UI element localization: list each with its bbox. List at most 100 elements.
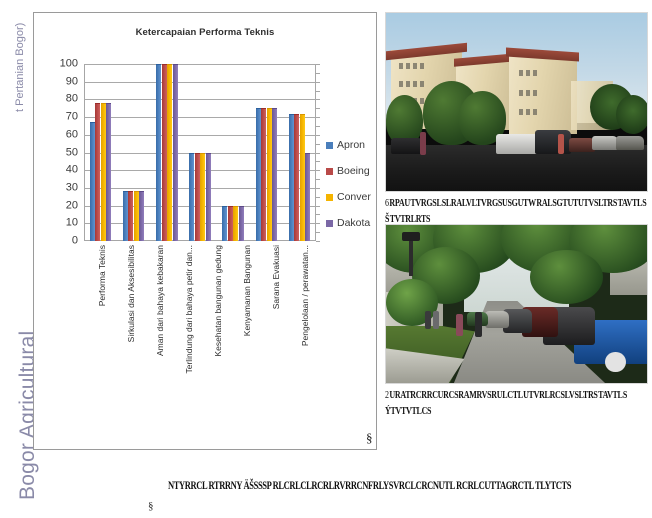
y-axis-tick-labels: 100 90 80 70 60 50 40 30 20 10 0	[42, 58, 80, 246]
bar-conver	[233, 205, 239, 241]
legend-swatch-icon	[326, 167, 333, 175]
y-axis-tick-mark	[316, 187, 320, 189]
figure-caption-text-2: URATRCRRCURCSRAMRVSRULCTL UTVRLRCSLVSLTR…	[389, 388, 627, 401]
figure-caption-1: 6 RPAU TVRGSL SLRALVLTVRGSUSGUTW RALSGTU…	[385, 195, 648, 226]
y-axis-tick: 20	[65, 199, 78, 212]
x-axis-label: Sirkulasi dan Aksesibilitas	[126, 245, 136, 343]
legend-swatch-icon	[326, 141, 333, 149]
palm-tree	[615, 94, 647, 135]
y-axis-tick-mark	[316, 170, 320, 172]
pedestrian	[425, 310, 431, 330]
bar-group	[283, 64, 316, 241]
bar-chart-plot-area	[84, 64, 320, 242]
bar-conver	[299, 113, 305, 241]
legend-item-apron[interactable]: Apron	[326, 139, 378, 151]
bar-group	[183, 64, 216, 241]
photo-tree-lined-street-parking	[385, 224, 648, 385]
bar-apron	[255, 108, 261, 241]
y-axis-tick: 80	[65, 92, 78, 105]
bar-boeing	[95, 102, 101, 241]
figure-caption-2: 2 URATRCRRCURCSRAMRVSRULCTL UTVRLRCSLVSL…	[385, 387, 648, 418]
bar-dakota	[238, 205, 244, 241]
person	[419, 132, 427, 156]
chart-legend: Apron Boeing Conver Dakota	[326, 139, 378, 243]
bar-dakota	[272, 108, 278, 241]
street-lamp-head	[401, 231, 420, 241]
x-axis-label: Aman dari bahaya kebakaran	[155, 245, 165, 357]
y-axis-tick: 10	[65, 216, 78, 229]
legend-swatch-icon	[326, 193, 333, 201]
bar-group	[117, 64, 150, 241]
figure-caption-text-1: RPAU TVRGSL SLRALVLTVRGSUSGUTW RALSGTUTU…	[389, 196, 647, 209]
bar-conver	[266, 108, 272, 241]
car	[391, 137, 423, 154]
figure-caption-text-1b: Š TVTRLRTS	[385, 212, 431, 225]
y-axis-tick-mark	[316, 64, 320, 65]
y-axis-minor-tick-mark	[316, 125, 320, 127]
car	[534, 130, 572, 154]
bar-boeing	[128, 191, 134, 241]
window-row	[519, 109, 538, 116]
bar-apron	[288, 113, 294, 241]
figure-column: 6 RPAU TVRGSL SLRALVLTVRGSUSGUTW RALSGTU…	[385, 12, 648, 450]
legend-label: Dakota	[337, 217, 371, 229]
y-axis-minor-tick-mark	[316, 90, 320, 92]
car	[495, 134, 540, 154]
wheel	[605, 351, 627, 373]
legend-item-conver[interactable]: Conver	[326, 191, 378, 203]
bar-boeing	[294, 113, 300, 241]
y-axis-minor-tick-mark	[316, 232, 320, 234]
bar-conver	[200, 152, 206, 241]
window-row	[399, 62, 425, 69]
y-axis-tick: 40	[65, 163, 78, 176]
y-axis-tick-mark	[316, 152, 320, 154]
y-axis-tick-mark	[316, 134, 320, 136]
bar-dakota	[205, 152, 211, 241]
x-axis-label: Pengelolaan / perawatan...	[300, 245, 310, 347]
car	[615, 135, 645, 151]
y-axis-minor-tick-mark	[316, 214, 320, 216]
car	[485, 310, 509, 328]
bar-group	[84, 64, 117, 241]
x-axis-label: Performa Teknis	[97, 245, 107, 307]
legend-item-dakota[interactable]: Dakota	[326, 217, 378, 229]
figure-apartment-blocks-parking: 6 RPAU TVRGSL SLRALVLTVRGSUSGUTW RALSGTU…	[385, 12, 648, 224]
bar-boeing	[194, 152, 200, 241]
pedestrian	[474, 312, 482, 338]
legend-label: Apron	[337, 139, 366, 151]
y-axis-tick-mark	[316, 223, 320, 225]
y-axis-minor-tick-mark	[316, 108, 320, 110]
car	[568, 137, 595, 152]
window-row	[519, 89, 538, 96]
bottom-mark: §	[148, 500, 154, 512]
bar-dakota	[305, 152, 311, 241]
car	[592, 135, 619, 151]
watermark-institution-top: t Pertanian Bogor)	[14, 22, 26, 112]
bar-dakota	[172, 64, 178, 241]
tree-canopy	[529, 250, 603, 305]
legend-item-boeing[interactable]: Boeing	[326, 165, 378, 177]
y-axis-tick-mark	[316, 99, 320, 101]
bar-group	[150, 64, 183, 241]
bar-apron	[89, 122, 95, 241]
bar-boeing	[161, 64, 167, 241]
figure-caption-text-2b: ÝTVTVTLCS	[385, 404, 432, 417]
x-axis-label: Sarana Evakuasi	[271, 245, 281, 310]
y-axis-tick: 70	[65, 110, 78, 123]
bar-dakota	[139, 191, 145, 241]
bar-boeing	[261, 108, 267, 241]
y-axis-tick: 50	[65, 146, 78, 158]
y-axis-tick-mark	[316, 205, 320, 207]
y-axis-minor-tick-mark	[316, 143, 320, 145]
bar-boeing	[227, 205, 233, 241]
legend-swatch-icon	[326, 219, 333, 227]
y-axis-tick: 0	[71, 234, 78, 247]
bottom-figure-caption: NTYRRCL RTRRNY ÄŠSSSP RLCRLCLRCRLRVRRCNF…	[168, 478, 572, 492]
y-axis-minor-tick-mark	[316, 179, 320, 181]
person	[558, 134, 564, 154]
y-axis-tick-mark	[316, 81, 320, 83]
y-axis-tick-mark	[316, 117, 320, 119]
bar-apron	[222, 205, 228, 241]
pedestrian	[456, 313, 463, 336]
bar-conver	[100, 102, 106, 241]
